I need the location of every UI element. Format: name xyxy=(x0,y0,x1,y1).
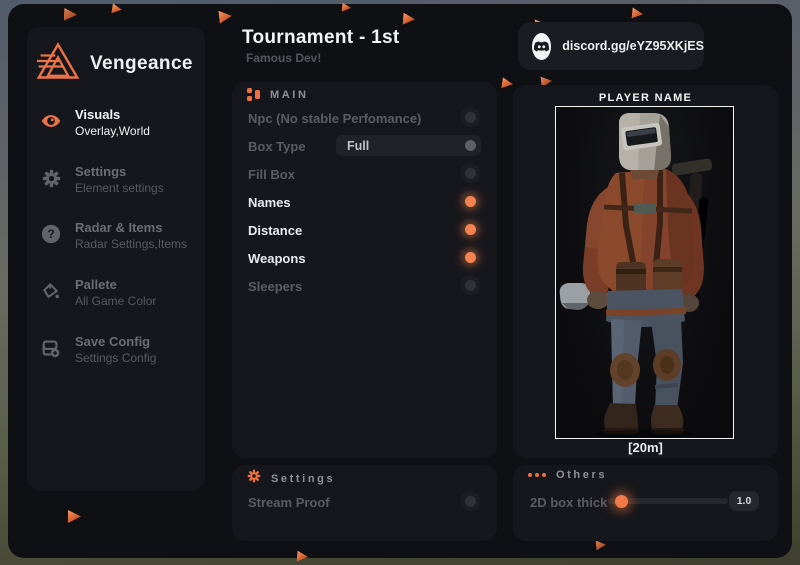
row-label-distance: Distance xyxy=(248,223,302,238)
row-label-fill-box: Fill Box xyxy=(248,167,295,182)
toggle-stream-proof[interactable] xyxy=(460,491,480,511)
row-label-box-type: Box Type xyxy=(248,139,306,154)
box-type-dropdown[interactable]: Full xyxy=(336,135,481,156)
page-subtitle: Famous Dev! xyxy=(246,51,321,65)
player-preview-panel: PLAYER NAME xyxy=(513,85,778,458)
row-label-weapons: Weapons xyxy=(248,251,306,266)
sidebar: Vengeance Visuals Overlay,World xyxy=(27,27,205,491)
distance-label: [20m] xyxy=(513,440,778,455)
row-label-stream-proof: Stream Proof xyxy=(248,495,330,510)
sidebar-item-subtitle: Radar Settings,Items xyxy=(75,236,187,252)
brand: Vengeance xyxy=(36,41,193,86)
sidebar-item-title: Save Config xyxy=(75,334,156,350)
player-character-image xyxy=(556,107,733,438)
sidebar-item-subtitle: Overlay,World xyxy=(75,123,150,139)
brand-name: Vengeance xyxy=(90,53,193,75)
row-label-sleepers: Sleepers xyxy=(248,279,302,294)
row-label-npc: Npc (No stable Perfomance) xyxy=(248,111,421,126)
box-type-knob-icon xyxy=(465,140,476,151)
sidebar-item-title: Radar & Items xyxy=(75,220,187,236)
sidebar-item-subtitle: Element settings xyxy=(75,180,164,196)
discord-link: discord.gg/eYZ95XKjES xyxy=(562,39,704,53)
discord-badge[interactable]: discord.gg/eYZ95XKjES xyxy=(518,22,704,70)
toggle-distance[interactable] xyxy=(460,219,480,239)
row-label-2d-box-thick: 2D box thick xyxy=(530,495,607,510)
box-type-value: Full xyxy=(347,139,465,153)
player-name-label: PLAYER NAME xyxy=(513,92,778,104)
toggle-fill-box[interactable] xyxy=(460,163,480,183)
dashboard-icon xyxy=(247,88,260,101)
sidebar-item-pallete[interactable]: Pallete All Game Color xyxy=(40,277,192,309)
svg-text:?: ? xyxy=(47,227,54,241)
toggle-names[interactable] xyxy=(460,191,480,211)
sidebar-item-radar-items[interactable]: ? Radar & Items Radar Settings,Items xyxy=(40,220,192,252)
toggle-weapons[interactable] xyxy=(460,247,480,267)
discord-icon xyxy=(532,33,551,60)
question-icon: ? xyxy=(40,223,62,245)
esp-box xyxy=(555,106,734,439)
panel-title: Settings xyxy=(271,473,335,485)
toggle-sleepers[interactable] xyxy=(460,275,480,295)
toggle-npc[interactable] xyxy=(460,107,480,127)
gear-icon xyxy=(247,469,261,488)
ellipsis-icon xyxy=(528,473,546,477)
sidebar-item-subtitle: All Game Color xyxy=(75,293,156,309)
sidebar-item-settings[interactable]: Settings Element settings xyxy=(40,164,192,196)
sidebar-item-visuals[interactable]: Visuals Overlay,World xyxy=(40,107,192,139)
sidebar-item-title: Pallete xyxy=(75,277,156,293)
others-panel: Others 2D box thick 1.0 xyxy=(513,465,778,541)
panel-title: Others xyxy=(556,469,607,481)
sidebar-item-title: Visuals xyxy=(75,107,150,123)
sidebar-item-title: Settings xyxy=(75,164,164,180)
sidebar-item-subtitle: Settings Config xyxy=(75,350,156,366)
sidebar-item-save-config[interactable]: Save Config Settings Config xyxy=(40,334,192,366)
page-title: Tournament - 1st xyxy=(242,27,400,49)
eye-icon xyxy=(40,110,62,132)
box-thick-value: 1.0 xyxy=(729,491,759,511)
box-thick-slider-knob[interactable] xyxy=(615,495,628,508)
gear-icon xyxy=(40,167,62,189)
panel-title: MAIN xyxy=(270,89,309,101)
row-label-names: Names xyxy=(248,195,291,210)
main-panel: MAIN Npc (No stable Perfomance) Box Type… xyxy=(232,82,497,458)
settings-panel: Settings Stream Proof xyxy=(232,465,497,541)
vengeance-logo-icon xyxy=(36,41,80,86)
paint-bucket-icon xyxy=(40,280,62,302)
save-icon xyxy=(40,337,62,359)
